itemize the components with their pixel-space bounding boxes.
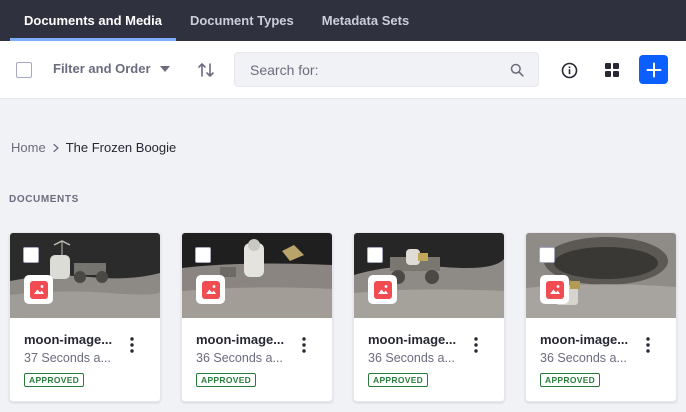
card-checkbox[interactable] <box>23 247 39 263</box>
info-icon <box>561 62 577 78</box>
top-navigation: Documents and Media Document Types Metad… <box>0 0 686 41</box>
status-badge: APPROVED <box>368 373 429 387</box>
card-modified-time: 36 Seconds a... <box>196 351 283 365</box>
card-actions-button[interactable] <box>298 336 310 354</box>
add-button[interactable] <box>639 55 668 84</box>
card-modified-time: 37 Seconds a... <box>24 351 111 365</box>
breadcrumb: Home The Frozen Boogie <box>11 140 176 155</box>
management-toolbar: Filter and Order Search for: <box>0 41 686 99</box>
image-file-icon <box>545 280 564 299</box>
sort-button[interactable] <box>194 58 218 82</box>
chevron-right-icon <box>53 143 59 152</box>
document-card[interactable]: moon-image... 36 Seconds a... APPROVED <box>353 232 505 402</box>
ellipsis-vertical-icon <box>130 337 134 353</box>
image-file-icon <box>373 280 392 299</box>
breadcrumb-current: The Frozen Boogie <box>65 140 177 155</box>
card-modified-time: 36 Seconds a... <box>540 351 627 365</box>
status-badge: APPROVED <box>24 373 85 387</box>
caret-down-icon <box>159 65 170 72</box>
search-field[interactable]: Search for: <box>234 52 539 87</box>
ellipsis-vertical-icon <box>474 337 478 353</box>
status-badge: APPROVED <box>540 373 601 387</box>
image-type-sticker <box>540 275 569 304</box>
section-title: DOCUMENTS <box>9 194 79 205</box>
tab-metadata-sets[interactable]: Metadata Sets <box>308 0 423 41</box>
document-card[interactable]: moon-image... 37 Seconds a... APPROVED <box>9 232 161 402</box>
sort-icon <box>198 63 214 77</box>
breadcrumb-home-link[interactable]: Home <box>11 140 46 155</box>
tab-documents-and-media[interactable]: Documents and Media <box>10 0 176 41</box>
image-type-sticker <box>368 275 397 304</box>
card-title[interactable]: moon-image... <box>24 332 119 347</box>
image-type-sticker <box>196 275 225 304</box>
card-view-button[interactable] <box>600 58 624 82</box>
card-actions-button[interactable] <box>642 336 654 354</box>
card-title[interactable]: moon-image... <box>368 332 463 347</box>
card-actions-button[interactable] <box>470 336 482 354</box>
document-card[interactable]: moon-image... 36 Seconds a... APPROVED <box>525 232 677 402</box>
card-modified-time: 36 Seconds a... <box>368 351 455 365</box>
tab-document-types[interactable]: Document Types <box>176 0 308 41</box>
grid-view-icon <box>605 63 619 77</box>
select-all-checkbox[interactable] <box>16 62 32 78</box>
plus-icon <box>646 62 661 77</box>
image-file-icon <box>201 280 220 299</box>
card-checkbox[interactable] <box>367 247 383 263</box>
status-badge: APPROVED <box>196 373 257 387</box>
image-type-sticker <box>24 275 53 304</box>
card-checkbox[interactable] <box>539 247 555 263</box>
ellipsis-vertical-icon <box>302 337 306 353</box>
card-actions-button[interactable] <box>126 336 138 354</box>
card-title[interactable]: moon-image... <box>540 332 635 347</box>
card-title[interactable]: moon-image... <box>196 332 291 347</box>
image-file-icon <box>29 280 48 299</box>
card-checkbox[interactable] <box>195 247 211 263</box>
document-card[interactable]: moon-image... 36 Seconds a... APPROVED <box>181 232 333 402</box>
filter-and-order-label: Filter and Order <box>53 61 151 76</box>
info-button[interactable] <box>557 58 581 82</box>
ellipsis-vertical-icon <box>646 337 650 353</box>
search-icon[interactable] <box>510 63 524 77</box>
filter-and-order-dropdown[interactable]: Filter and Order <box>53 61 170 76</box>
search-placeholder: Search for: <box>250 62 319 78</box>
